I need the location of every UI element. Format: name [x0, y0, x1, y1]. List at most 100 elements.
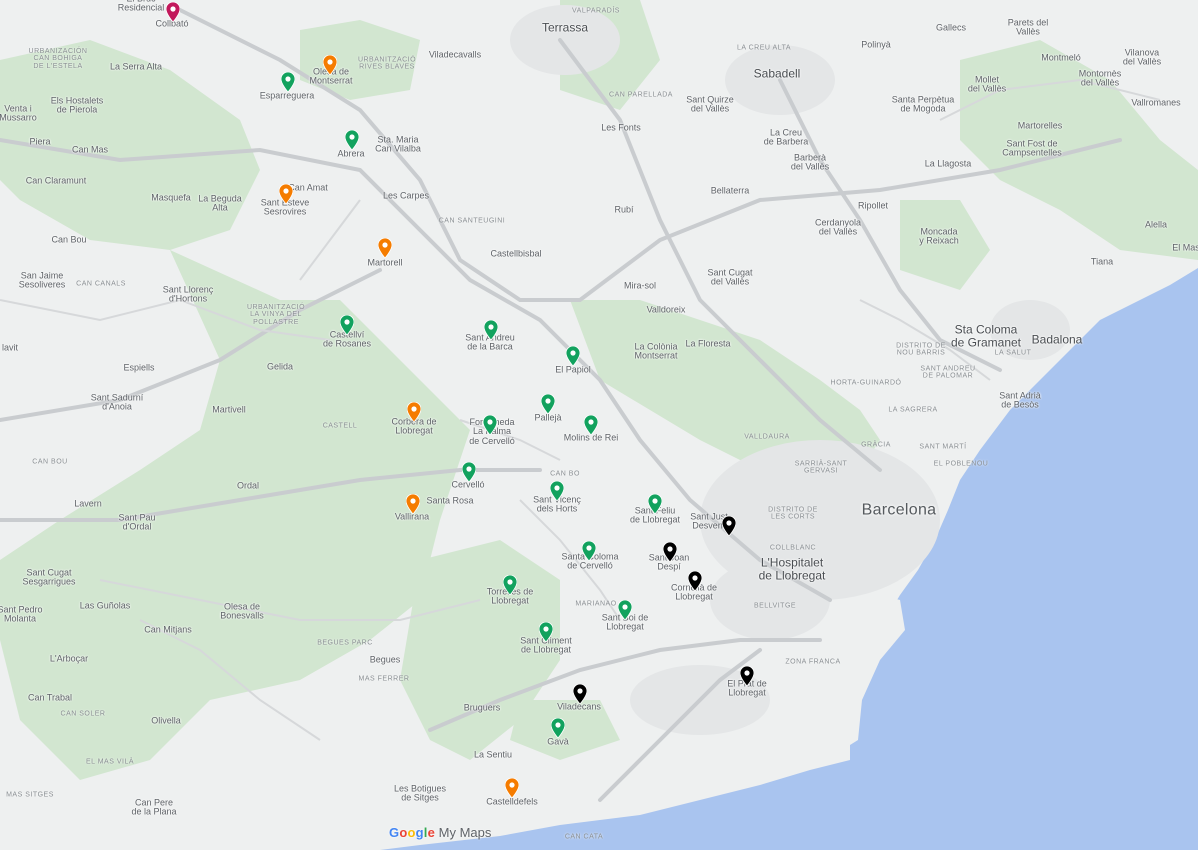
map-pin-black[interactable]	[722, 516, 736, 536]
pin-icon	[166, 2, 180, 22]
town-label: Venta i Mussarro	[0, 103, 37, 123]
map-pin-green[interactable]	[566, 346, 580, 366]
town-label: Pallejà	[534, 412, 562, 423]
pin-icon	[740, 666, 754, 686]
district-label: CAN CANALS	[76, 280, 126, 288]
pin-icon	[345, 130, 359, 150]
district-label: CAN CATA	[564, 833, 604, 841]
city-label: Badalona	[1031, 332, 1083, 347]
pin-icon	[573, 684, 587, 704]
town-label: Begues	[369, 654, 401, 665]
town-label: Sant Pau d'Ordal	[118, 512, 156, 532]
town-label: Vallromanes	[1131, 97, 1181, 108]
map-pin-green[interactable]	[648, 494, 662, 514]
google-my-maps-attribution: Google My Maps	[389, 825, 491, 840]
map-pin-green[interactable]	[281, 72, 295, 92]
town-label: Polinyà	[861, 39, 891, 50]
town-label: La Llagosta	[924, 158, 972, 169]
pin-icon	[281, 72, 295, 92]
city-label: Sabadell	[753, 66, 801, 81]
city-label: Sta Coloma de Gramanet	[950, 322, 1022, 349]
map-pin-green[interactable]	[483, 415, 497, 435]
town-label: La Serra Alta	[109, 61, 163, 72]
district-label: ZONA FRANCA	[785, 658, 841, 666]
town-label: Les Carpes	[382, 190, 430, 201]
map-pin-orange[interactable]	[279, 184, 293, 204]
pin-icon	[407, 402, 421, 422]
town-label: Montornès del Vallès	[1078, 68, 1122, 88]
map-pin-green[interactable]	[618, 600, 632, 620]
town-label: Sant Adrià de Besòs	[999, 390, 1041, 410]
map-pin-orange[interactable]	[505, 778, 519, 798]
town-label: Mollet del Vallès	[967, 74, 1007, 94]
pin-icon	[566, 346, 580, 366]
map-pin-green[interactable]	[541, 394, 555, 414]
town-label: Vilanova del Vallès	[1122, 47, 1162, 67]
town-label: Bellaterra	[710, 185, 750, 196]
town-label: Les Fonts	[601, 122, 641, 133]
pin-icon	[584, 415, 598, 435]
district-label: EL MAS VILÀ	[85, 758, 135, 766]
map-pin-green[interactable]	[582, 541, 596, 561]
town-label: Valldoreix	[646, 304, 686, 315]
map-pin-black[interactable]	[740, 666, 754, 686]
map-pin-black[interactable]	[663, 542, 677, 562]
map-pin-black[interactable]	[573, 684, 587, 704]
town-label: La Colònia Montserrat	[634, 341, 678, 361]
town-label: La Floresta	[685, 338, 731, 349]
town-label: Sant Fost de Campsentelles	[1002, 138, 1062, 158]
town-label: Abrera	[337, 148, 365, 159]
pin-icon	[484, 320, 498, 340]
district-label: CAN SANTEUGINI	[438, 217, 506, 225]
pin-icon	[648, 494, 662, 514]
map-pin-green[interactable]	[484, 320, 498, 340]
district-label: MARIANAO	[575, 600, 617, 608]
map-pin-green[interactable]	[584, 415, 598, 435]
district-label: VALLDAURA	[744, 433, 790, 441]
pin-icon	[483, 415, 497, 435]
district-label: DISTRITO DE LES CORTS	[768, 506, 818, 521]
town-label: Viladecavalls	[428, 49, 482, 60]
pin-icon	[551, 718, 565, 738]
map-canvas[interactable]: Terrassa Sabadell Barcelona L'Hospitalet…	[0, 0, 1198, 850]
district-label: BEGUES PARC	[317, 639, 373, 647]
map-pin-orange[interactable]	[406, 494, 420, 514]
city-label: L'Hospitalet de Llobregat	[758, 555, 826, 582]
map-pin-black[interactable]	[688, 571, 702, 591]
town-label: Lavern	[74, 498, 102, 509]
district-label: DISTRITO DE NOU BARRIS	[896, 342, 946, 357]
town-label: Els Hostalets de Pierola	[50, 95, 104, 115]
district-label: CASTELL	[322, 422, 358, 430]
town-label: Gelida	[266, 361, 294, 372]
map-pin-orange[interactable]	[323, 55, 337, 75]
map-pin-green[interactable]	[462, 462, 476, 482]
town-label: Castellbisbal	[490, 248, 542, 259]
district-label: CAN PARELLADA	[609, 91, 673, 99]
map-pin-green[interactable]	[503, 575, 517, 595]
pin-icon	[582, 541, 596, 561]
district-label: SARRIÀ-SANT GERVASI	[794, 460, 848, 475]
map-pin-magenta[interactable]	[166, 2, 180, 22]
map-pin-green[interactable]	[551, 718, 565, 738]
pin-icon	[503, 575, 517, 595]
pin-icon	[688, 571, 702, 591]
map-pin-green[interactable]	[550, 481, 564, 501]
town-label: Gallecs	[935, 22, 967, 33]
town-label: Parets del Vallès	[1007, 17, 1049, 37]
town-label: Espiells	[123, 362, 155, 373]
town-label: Sant Quirze del Vallès	[686, 94, 734, 114]
map-pin-orange[interactable]	[407, 402, 421, 422]
pin-icon	[279, 184, 293, 204]
town-label: El Bruc Residencial	[117, 0, 165, 13]
district-label: MAS SITGES	[6, 791, 54, 799]
map-pin-green[interactable]	[345, 130, 359, 150]
pin-icon	[663, 542, 677, 562]
map-pin-green[interactable]	[539, 622, 553, 642]
town-label: Las Guñolas	[79, 600, 131, 611]
town-label: Esparreguera	[259, 90, 315, 101]
town-label: Gavà	[547, 736, 569, 747]
pin-icon	[618, 600, 632, 620]
map-pin-green[interactable]	[340, 315, 354, 335]
town-label: Bruguers	[463, 702, 501, 713]
map-pin-orange[interactable]	[378, 238, 392, 258]
